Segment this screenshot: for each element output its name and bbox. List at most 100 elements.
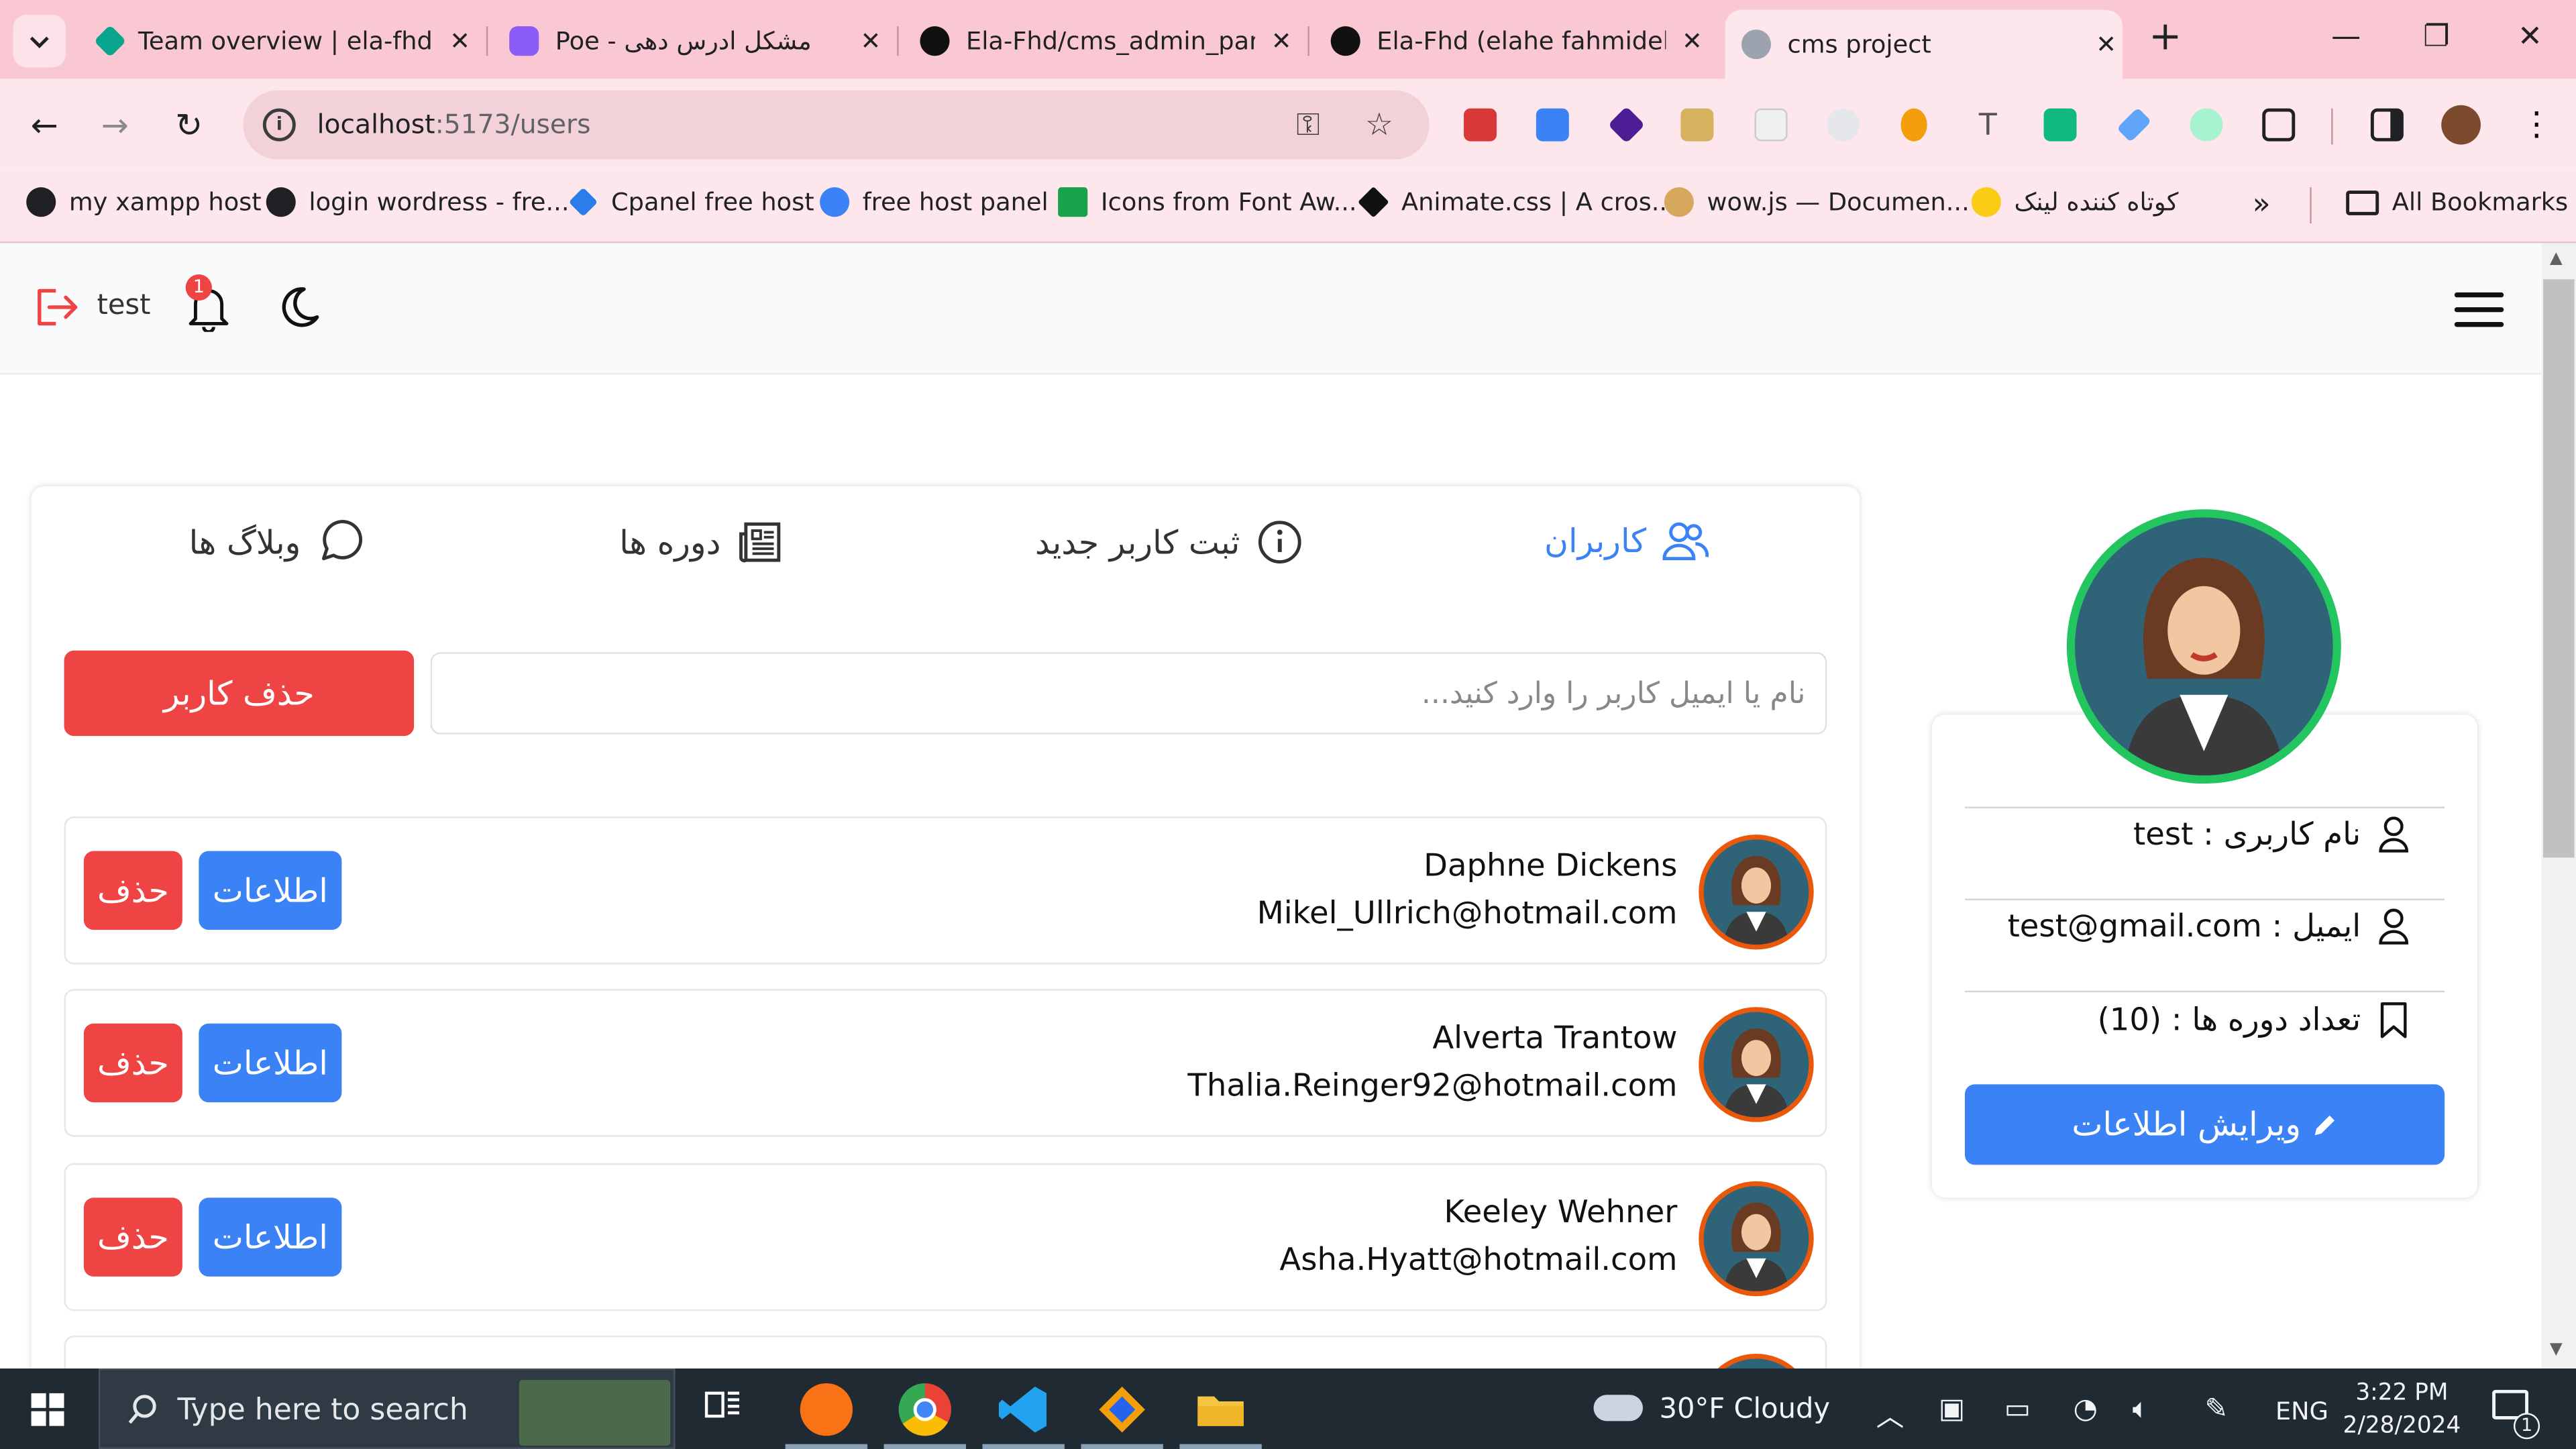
tab-courses[interactable]: دوره ها	[619, 519, 783, 566]
task-view-icon[interactable]	[702, 1383, 754, 1436]
page-viewport: test 1 کاربران ثبت کاربر جدید دوره ها وب…	[0, 243, 2542, 1369]
close-tab-icon[interactable]: ✕	[443, 26, 476, 56]
bookmark-star-icon[interactable]: ☆	[1365, 107, 1393, 143]
windows-start-icon[interactable]	[31, 1393, 64, 1426]
user-avatar	[1699, 1007, 1814, 1122]
user-delete-button[interactable]: حذف	[83, 1023, 182, 1103]
doge-icon	[1664, 187, 1694, 217]
extension-icon[interactable]	[1680, 108, 1714, 142]
extension-icon[interactable]	[1827, 108, 1860, 142]
text-extension-icon[interactable]: T	[1972, 109, 2004, 143]
pen-icon[interactable]: ✎	[2205, 1393, 2229, 1426]
extension-icon[interactable]	[1754, 108, 1788, 142]
translate-extension-icon[interactable]	[1536, 108, 1569, 142]
battery-icon[interactable]: ▭	[2004, 1393, 2031, 1426]
windows-taskbar: Type here to search 30°F Cloudy ︿ ▣ ▭ ◔	[0, 1368, 2576, 1449]
host-panel-icon	[820, 187, 850, 217]
site-info-icon[interactable]: i	[262, 108, 296, 142]
search-icon	[128, 1395, 156, 1424]
divider	[1965, 990, 2445, 993]
url-text[interactable]: localhost:5173/users	[317, 109, 591, 140]
language-indicator[interactable]: ENG	[2275, 1397, 2328, 1426]
side-panel-icon[interactable]	[2370, 108, 2404, 142]
toolbar-divider	[2331, 108, 2333, 145]
browser-tab-team-overview[interactable]: Team overview | ela-fhd | ✕	[82, 13, 476, 69]
user-email: Mikel_Ullrich@hotmail.com	[1256, 895, 1678, 932]
key-icon[interactable]: ⚿	[1296, 107, 1320, 143]
hamburger-menu-icon[interactable]	[2454, 292, 2504, 329]
sourcetree-app-icon[interactable]	[1095, 1383, 1148, 1436]
bookmark-item[interactable]: login wordress - fre...	[266, 187, 570, 217]
browser-tab-cms-project[interactable]: cms project ✕	[1725, 9, 2123, 79]
user-info-button[interactable]: اطلاعات	[199, 1197, 342, 1277]
extensions-puzzle-icon[interactable]	[2262, 108, 2296, 142]
bookmark-item[interactable]: my xampp host	[26, 187, 262, 217]
globe-icon	[266, 187, 296, 217]
tab-new-user[interactable]: ثبت کاربر جدید	[1035, 519, 1303, 566]
tab-blogs[interactable]: وبلاگ ها	[189, 519, 364, 566]
tab-divider	[486, 26, 488, 56]
extension-icon[interactable]	[2043, 108, 2077, 142]
file-explorer-icon[interactable]	[1194, 1383, 1246, 1436]
edit-profile-button[interactable]: ویرایش اطلاعات	[1965, 1084, 2445, 1165]
browser-tab-poe[interactable]: Poe - مشکل ادرس دهی ✕	[493, 13, 888, 69]
new-tab-button[interactable]: +	[2145, 16, 2185, 58]
address-bar[interactable]: i localhost:5173/users ⚿ ☆	[243, 90, 1430, 160]
reload-button[interactable]: ↻	[166, 102, 212, 148]
browser-tab-github-profile[interactable]: Ela-Fhd (elahe fahmideh) ✕	[1314, 13, 1709, 69]
scroll-up-arrow[interactable]: ▲	[2550, 250, 2563, 268]
postman-app-icon[interactable]	[800, 1383, 853, 1436]
bookmark-item[interactable]: Cpanel free host	[568, 187, 814, 217]
vscode-app-icon[interactable]	[998, 1383, 1050, 1436]
user-name: Keeley Wehner	[1444, 1194, 1678, 1231]
minimize-button[interactable]: —	[2313, 19, 2379, 54]
taskbar-clock[interactable]: 3:22 PM 2/28/2024	[2339, 1377, 2464, 1442]
close-tab-icon[interactable]: ✕	[1265, 26, 1298, 56]
close-tab-icon[interactable]: ✕	[2090, 30, 2123, 59]
profile-avatar-icon[interactable]	[2441, 105, 2481, 145]
browser-tab-github-repo[interactable]: Ela-Fhd/cms_admin_pane ✕	[904, 13, 1298, 69]
user-info-button[interactable]: اطلاعات	[199, 1023, 342, 1103]
link-shortener-icon	[1971, 187, 2001, 217]
extension-icon[interactable]	[1464, 108, 1497, 142]
delete-user-button[interactable]: حذف کاربر	[64, 650, 415, 737]
app-running-indicator	[982, 1444, 1065, 1449]
tray-expand-icon[interactable]: ︿	[1876, 1393, 1904, 1434]
extension-icon[interactable]	[2190, 108, 2223, 142]
user-delete-button[interactable]: حذف	[83, 851, 182, 930]
logout-icon[interactable]	[33, 286, 79, 329]
bookmark-item[interactable]: Icons from Font Aw...	[1058, 187, 1357, 217]
wifi-icon[interactable]: ◔	[2074, 1393, 2098, 1426]
notification-badge: 1	[185, 274, 212, 301]
extension-icon[interactable]	[1900, 108, 1927, 142]
all-bookmarks-button[interactable]: All Bookmarks	[2346, 187, 2568, 217]
forward-button[interactable]: →	[92, 102, 138, 148]
bookmark-item[interactable]: free host panel	[820, 187, 1049, 217]
tab-users[interactable]: کاربران	[1544, 519, 1709, 562]
tab-search-button[interactable]	[13, 15, 66, 68]
scroll-down-arrow[interactable]: ▼	[2550, 1340, 2563, 1358]
close-tab-icon[interactable]: ✕	[1676, 26, 1709, 56]
back-button[interactable]: ←	[21, 102, 68, 148]
restore-button[interactable]: ❐	[2404, 19, 2469, 54]
bookmarks-overflow-button[interactable]: »	[2253, 187, 2271, 221]
user-info-button[interactable]: اطلاعات	[199, 851, 342, 930]
chrome-app-icon[interactable]	[898, 1383, 951, 1436]
bookmark-item[interactable]: کوتاه کننده لینک	[1971, 187, 2178, 217]
chrome-menu-icon[interactable]: ⋮	[2520, 107, 2553, 142]
user-search-input[interactable]: نام یا ایمیل کاربر را وارد کنید...	[430, 652, 1827, 735]
close-window-button[interactable]: ✕	[2497, 19, 2563, 54]
scrollbar-thumb[interactable]	[2543, 279, 2575, 858]
taskbar-search-box[interactable]: Type here to search	[98, 1368, 676, 1449]
bookmark-item[interactable]: Animate.css | A cros...	[1357, 186, 1675, 218]
bookmark-item[interactable]: wow.js — Documen...	[1664, 187, 1970, 217]
close-tab-icon[interactable]: ✕	[854, 26, 887, 56]
volume-icon[interactable]: 🔈︎	[2133, 1393, 2149, 1426]
weather-widget[interactable]: 30°F Cloudy	[1593, 1393, 1830, 1426]
moon-icon[interactable]	[273, 282, 322, 331]
animate-css-icon	[1357, 186, 1389, 218]
globe-icon	[26, 187, 56, 217]
user-delete-button[interactable]: حذف	[83, 1197, 182, 1277]
tray-app-icon[interactable]: ▣	[1939, 1393, 1965, 1426]
user-row: Keeley Wehner Asha.Hyatt@hotmail.com اطل…	[64, 1163, 1827, 1311]
